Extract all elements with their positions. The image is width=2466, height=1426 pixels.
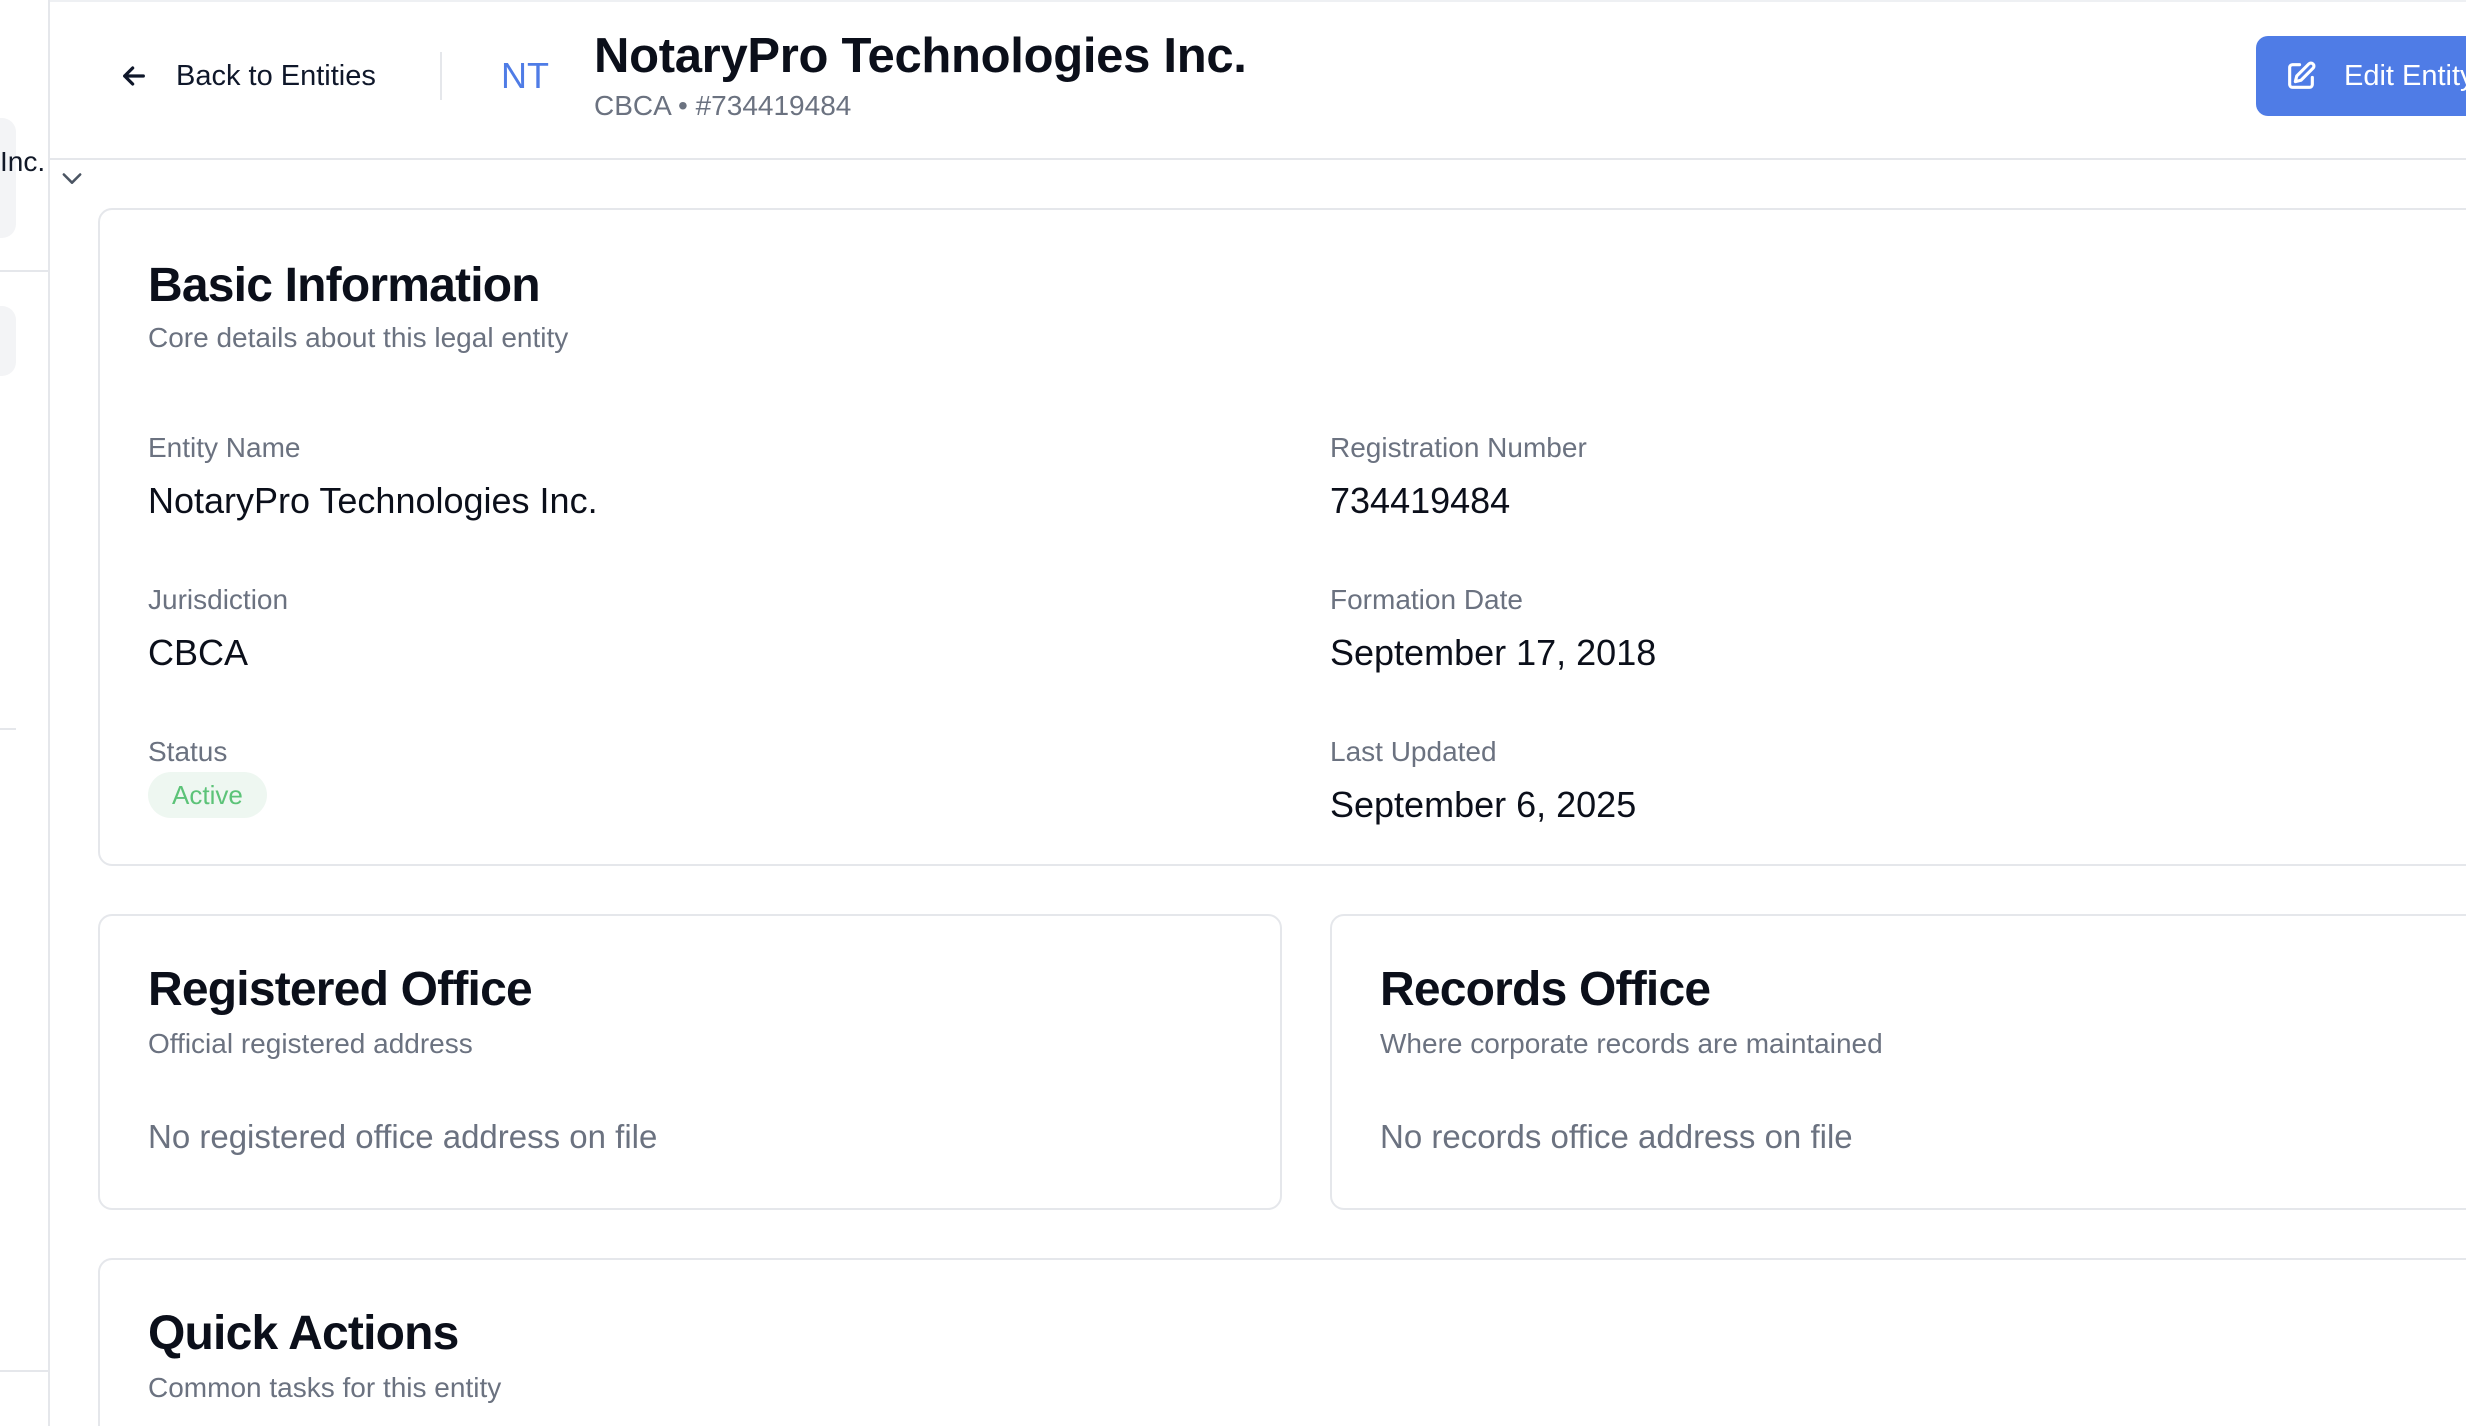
entity-header: Back to Entities NT NotaryPro Technologi… [50, 0, 2466, 160]
chevron-down-icon[interactable] [58, 164, 86, 192]
registration-number-label: Registration Number [1330, 432, 1587, 463]
header-divider [440, 52, 442, 100]
page-root: Inc. Back to Entities NT NotaryPro Techn… [0, 0, 2466, 1426]
formation-date-label: Formation Date [1330, 584, 1523, 615]
records-office-card: Records Office Where corporate records a… [1330, 914, 2466, 1210]
card-title: Basic Information [148, 259, 541, 312]
sidebar-selected-entity[interactable] [0, 118, 16, 238]
records-office-empty-text: No records office address on file [1380, 1118, 1853, 1155]
registered-office-empty-text: No registered office address on file [148, 1118, 658, 1155]
last-updated-label: Last Updated [1330, 736, 1497, 767]
entity-avatar: NT [501, 55, 549, 96]
card-title: Records Office [1380, 963, 1711, 1016]
status-label: Status [148, 736, 228, 767]
card-description: Common tasks for this entity [148, 1372, 502, 1403]
registered-office-card: Registered Office Official registered ad… [98, 914, 1282, 1210]
back-to-entities-link[interactable]: Back to Entities [118, 52, 376, 100]
jurisdiction-value: CBCA [148, 632, 249, 673]
registration-number-value: 734419484 [1330, 480, 1511, 521]
quick-actions-card: Quick Actions Common tasks for this enti… [98, 1258, 2466, 1426]
sidebar: Inc. [0, 0, 50, 1426]
last-updated-value: September 6, 2025 [1330, 784, 1637, 825]
card-description: Where corporate records are maintained [1380, 1028, 1883, 1059]
sidebar-selected-entity-label: Inc. [0, 146, 46, 177]
formation-date-value: September 17, 2018 [1330, 632, 1657, 673]
status-badge: Active [148, 772, 267, 818]
basic-information-card: Basic Information Core details about thi… [98, 208, 2466, 866]
sidebar-item[interactable] [0, 306, 16, 376]
card-description: Official registered address [148, 1028, 473, 1059]
sidebar-divider [0, 270, 50, 272]
card-title: Quick Actions [148, 1307, 459, 1360]
sidebar-divider [0, 728, 16, 730]
jurisdiction-label: Jurisdiction [148, 584, 289, 615]
edit-icon [2288, 61, 2316, 89]
card-title: Registered Office [148, 963, 533, 1016]
card-description: Core details about this legal entity [148, 322, 569, 353]
back-link-label: Back to Entities [176, 59, 376, 92]
edit-entity-button[interactable]: Edit Entity [2256, 36, 2466, 116]
sidebar-divider [0, 1370, 50, 1372]
arrow-left-icon [123, 66, 145, 86]
page-title: NotaryPro Technologies Inc. [594, 29, 1247, 83]
entity-name-value: NotaryPro Technologies Inc. [148, 480, 598, 521]
entity-name-label: Entity Name [148, 432, 301, 463]
edit-entity-button-label: Edit Entity [2344, 59, 2466, 92]
entity-subtitle: CBCA • #734419484 [594, 90, 852, 121]
